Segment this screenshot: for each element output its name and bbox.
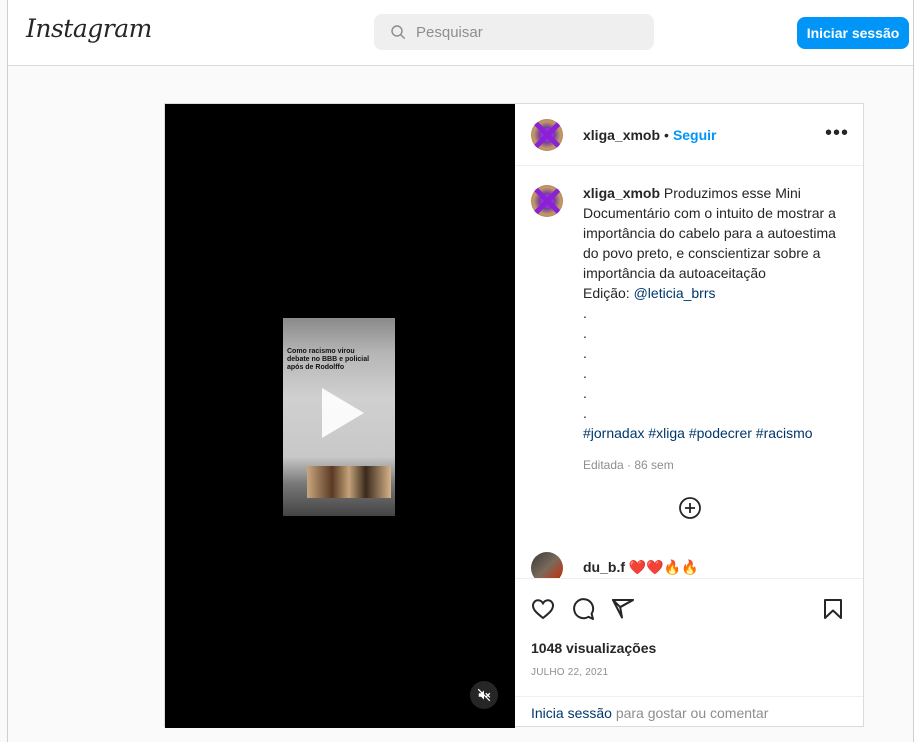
search-box[interactable] (374, 14, 654, 50)
comment-line: du_b.f ❤️❤️🔥🔥 (583, 559, 699, 576)
caption-dot: . (583, 385, 587, 401)
add-circle-icon[interactable] (678, 496, 702, 520)
login-prompt: Inicia sessão para gostar ou comentar (515, 696, 863, 727)
post-actions: 1048 visualizações JULHO 22, 2021 Inicia… (515, 578, 863, 726)
author-avatar[interactable] (531, 119, 563, 151)
page-frame: Instagram Iniciar sessão Como racismo vi… (7, 0, 914, 742)
play-icon[interactable] (304, 378, 374, 448)
comments-area[interactable]: xliga_xmob Produzimos esse Mini Document… (515, 166, 863, 578)
search-icon (391, 25, 406, 40)
mute-icon (477, 688, 491, 702)
mute-button[interactable] (470, 681, 498, 709)
caption-dot: . (583, 325, 587, 341)
bookmark-icon[interactable] (821, 597, 845, 621)
thumbnail-faces (307, 466, 391, 498)
follow-button[interactable]: Seguir (673, 127, 717, 143)
caption-username[interactable]: xliga_xmob (583, 185, 660, 201)
author-username[interactable]: xliga_xmob (583, 127, 660, 143)
search-input[interactable] (416, 23, 636, 41)
thumbnail-text: Como racismo virou debate no BBB e polic… (287, 348, 370, 371)
instagram-logo[interactable]: Instagram (26, 14, 152, 43)
post-date[interactable]: JULHO 22, 2021 (531, 667, 608, 678)
login-link[interactable]: Inicia sessão (531, 705, 612, 721)
post-sidebar: xliga_xmob • Seguir ••• xliga_xmob Produzi… (515, 104, 863, 726)
view-count[interactable]: 1048 visualizações (531, 640, 656, 656)
hashtags-links[interactable]: #jornadax #xliga #podecrer #racismo (583, 425, 813, 441)
caption-dot: . (583, 305, 587, 321)
share-icon[interactable] (611, 597, 635, 621)
edition-mention-link[interactable]: @leticia_brrs (634, 285, 716, 301)
login-prompt-text: para gostar ou comentar (611, 705, 769, 721)
comment-icon[interactable] (571, 597, 595, 621)
commenter-username[interactable]: du_b.f (583, 559, 625, 575)
video-player[interactable]: Como racismo virou debate no BBB e polic… (165, 104, 515, 728)
comment-item: du_b.f ❤️❤️🔥🔥 (531, 552, 851, 578)
comment-text: ❤️❤️🔥🔥 (628, 559, 699, 575)
commenter-avatar[interactable] (531, 552, 563, 578)
login-button[interactable]: Iniciar sessão (797, 17, 909, 49)
caption-dot: . (583, 365, 587, 381)
heart-icon[interactable] (531, 597, 555, 621)
top-nav: Instagram Iniciar sessão (8, 0, 913, 66)
caption-dot: . (583, 405, 587, 421)
separator-dot: • (664, 127, 669, 143)
more-options-icon[interactable]: ••• (825, 123, 849, 143)
author-line: xliga_xmob • Seguir (583, 127, 717, 143)
caption-dot: . (583, 345, 587, 361)
post-header: xliga_xmob • Seguir ••• (515, 104, 863, 166)
edition-label: Edição: (583, 285, 634, 301)
edited-timestamp: Editada · 86 sem (583, 458, 674, 472)
caption: xliga_xmob Produzimos esse Mini Document… (583, 183, 845, 443)
post-card: Como racismo virou debate no BBB e polic… (164, 103, 864, 728)
caption-avatar[interactable] (531, 185, 563, 217)
